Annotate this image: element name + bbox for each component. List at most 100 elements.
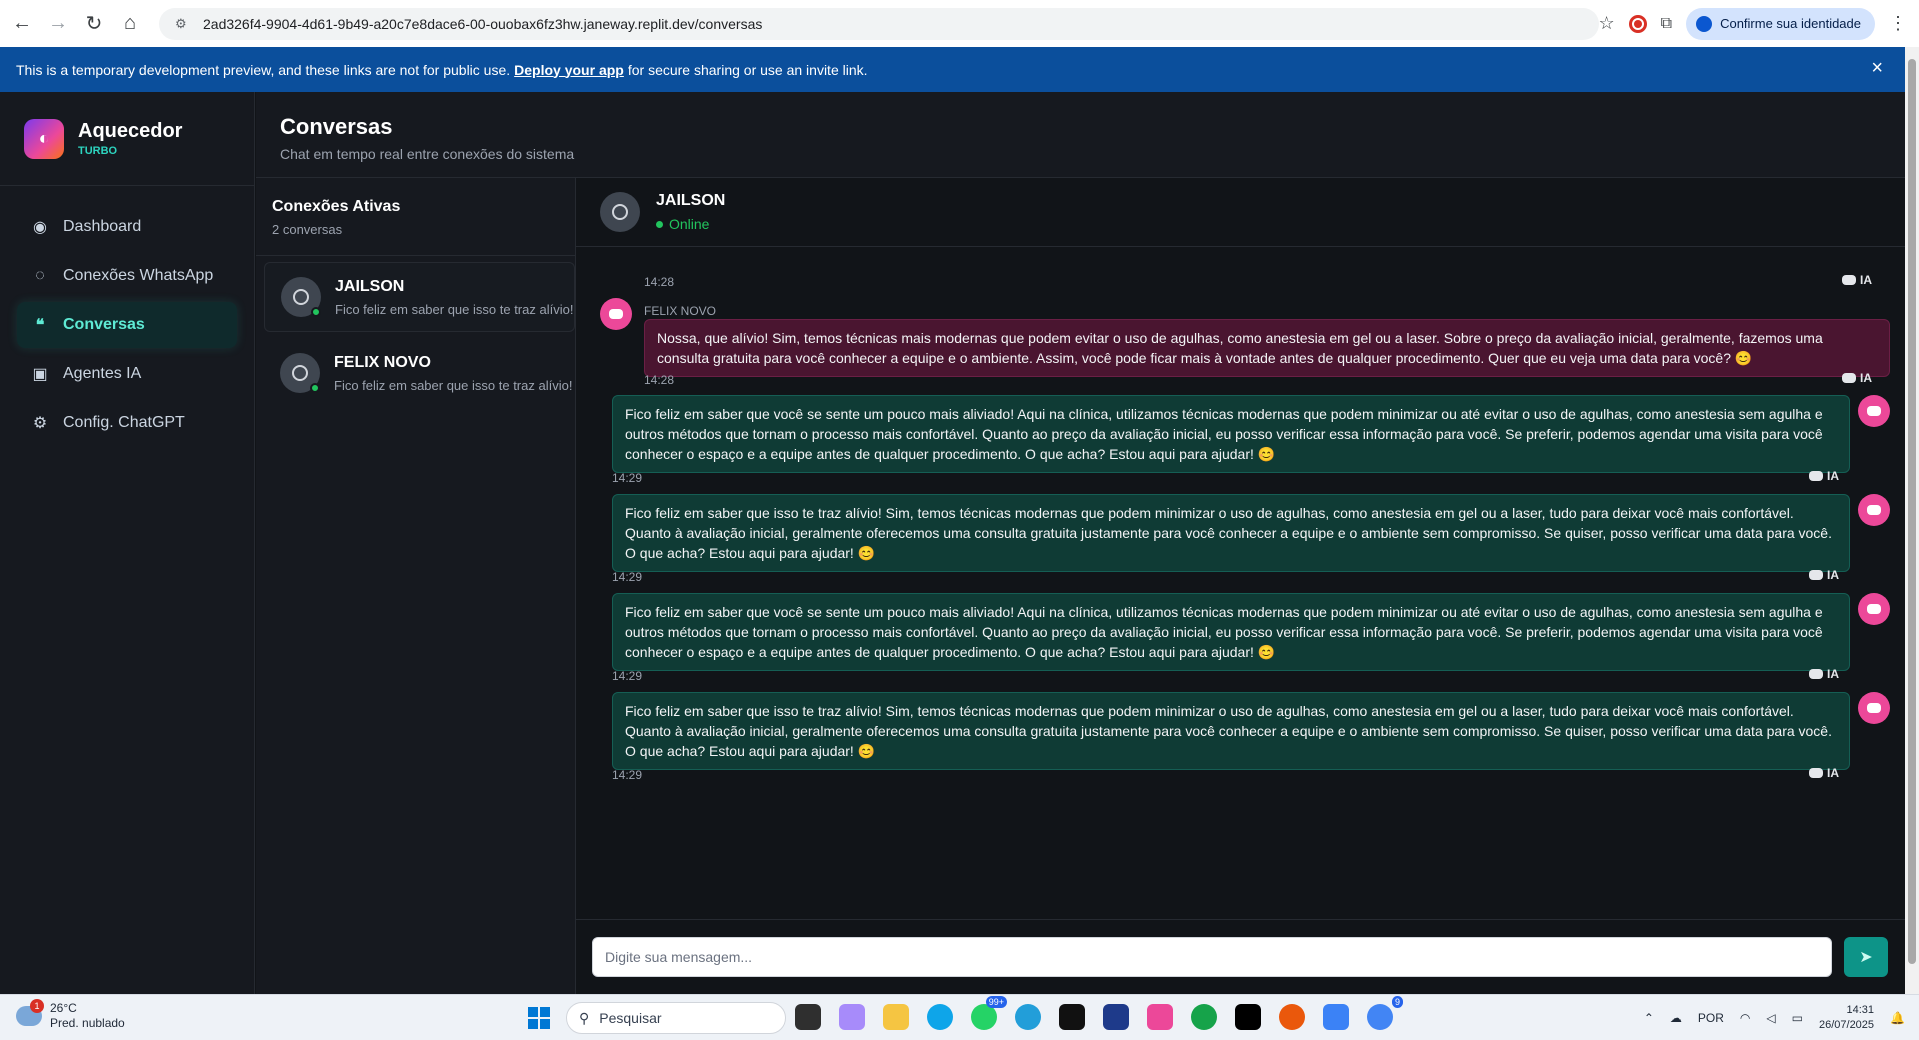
telegram-icon[interactable]: [1015, 1004, 1041, 1030]
message-input[interactable]: [592, 937, 1832, 977]
ia-label: IA: [1827, 469, 1839, 483]
davinci-icon[interactable]: [1279, 1004, 1305, 1030]
sidebar-item-label: Agentes IA: [63, 365, 142, 382]
page-subtitle: Chat em tempo real entre conexões do sis…: [280, 146, 575, 162]
conversation-item[interactable]: FELIX NOVO Fico feliz em saber que isso …: [264, 338, 575, 408]
weather-widget[interactable]: 1 26°C Pred. nublado: [16, 999, 125, 1031]
app: ◐ Aquecedor TURBO ◉ Dashboard ◌ Conexões…: [0, 92, 1905, 994]
robot-icon: [1809, 471, 1823, 481]
profile-icon: [1696, 15, 1713, 32]
connections-panel: Conexões Ativas 2 conversas JAILSON Fico…: [256, 178, 576, 994]
robot-icon: ▣: [32, 366, 48, 383]
file-explorer-icon[interactable]: [883, 1004, 909, 1030]
wifi-icon[interactable]: ◠: [1740, 1011, 1750, 1025]
page-scrollbar[interactable]: [1905, 47, 1919, 994]
whatsapp-icon: ◌: [35, 267, 45, 284]
ia-tag: IA: [1809, 568, 1839, 582]
ia-label: IA: [1860, 371, 1872, 385]
task-view-icon[interactable]: [795, 1004, 821, 1030]
notification-bell-icon[interactable]: 🔔: [1890, 1011, 1905, 1025]
copilot-icon[interactable]: [839, 1004, 865, 1030]
avatar: [281, 277, 321, 317]
avatar: [280, 353, 320, 393]
chrome-badge: 9: [1391, 996, 1403, 1008]
notepad-icon[interactable]: [1323, 1004, 1349, 1030]
message-time: 14:28: [644, 373, 675, 387]
ia-tag: IA: [1809, 469, 1839, 483]
message-time: 14:29: [612, 471, 643, 485]
conversation-item[interactable]: JAILSON Fico feliz em saber que isso te …: [264, 262, 575, 332]
ia-label: IA: [1827, 667, 1839, 681]
whatsapp-business-icon[interactable]: [1191, 1004, 1217, 1030]
sidebar-item-whatsapp[interactable]: ◌ Conexões WhatsApp: [17, 253, 237, 299]
onedrive-icon[interactable]: ☁: [1670, 1011, 1682, 1025]
reload-icon[interactable]: ↻: [76, 6, 112, 42]
address-bar[interactable]: ⚙ 2ad326f4-9904-4d61-9b49-a20c7e8dace6-0…: [159, 8, 1599, 40]
whatsapp-icon: [292, 365, 308, 381]
outgoing-message: Fico feliz em saber que você se sente um…: [612, 593, 1850, 671]
battery-icon[interactable]: ▭: [1792, 1011, 1803, 1025]
language-indicator[interactable]: POR: [1698, 1011, 1724, 1025]
edge-icon[interactable]: [927, 1004, 953, 1030]
forward-icon[interactable]: →: [40, 6, 76, 42]
taskbar-search[interactable]: ⚲ Pesquisar: [566, 1002, 786, 1034]
dashboard-icon: ◉: [33, 219, 47, 236]
camera-app-icon[interactable]: [1147, 1004, 1173, 1030]
extensions-icon[interactable]: ⧉: [1661, 15, 1672, 33]
connections-title: Conexões Ativas: [272, 198, 401, 215]
sidebar-item-label: Conversas: [63, 316, 145, 333]
whatsapp-badge: 99+: [985, 996, 1007, 1008]
banner-text: This is a temporary development preview,…: [16, 61, 511, 78]
menu-icon[interactable]: ⋮: [1889, 13, 1907, 34]
bookmark-star-icon[interactable]: ☆: [1599, 13, 1615, 34]
ia-tag: IA: [1842, 371, 1872, 385]
chevron-up-icon[interactable]: ⌃: [1644, 1011, 1654, 1025]
online-status-dot: [310, 383, 320, 393]
chrome-icon[interactable]: 9: [1367, 996, 1403, 1030]
sidebar-item-label: Dashboard: [63, 218, 142, 235]
incoming-message: Nossa, que alívio! Sim, temos técnicas m…: [644, 319, 1890, 377]
ia-tag: IA: [1842, 273, 1872, 287]
bot-avatar: [600, 298, 632, 330]
send-button[interactable]: ➤: [1844, 937, 1888, 977]
chat-icon: ❝: [35, 317, 45, 334]
sidebar: ◐ Aquecedor TURBO ◉ Dashboard ◌ Conexões…: [0, 92, 255, 994]
robot-icon: [609, 309, 623, 319]
robot-icon: [1809, 669, 1823, 679]
app-w-icon[interactable]: [1059, 1004, 1085, 1030]
message-sender: FELIX NOVO: [644, 304, 717, 318]
clock[interactable]: 14:31 26/07/2025: [1819, 1003, 1874, 1033]
message-composer: ➤: [576, 919, 1905, 994]
taskbar-apps: 99+ 9: [795, 996, 1403, 1030]
sidebar-item-config[interactable]: ⚙ Config. ChatGPT: [17, 400, 237, 446]
back-icon[interactable]: ←: [4, 6, 40, 42]
robot-icon: [1867, 604, 1881, 614]
capcut-icon[interactable]: [1235, 1004, 1261, 1030]
sidebar-item-label: Conexões WhatsApp: [63, 267, 214, 284]
online-status-dot: [311, 307, 321, 317]
record-extension-icon[interactable]: [1628, 14, 1647, 33]
clock-time: 14:31: [1846, 1004, 1875, 1016]
brand-tag: TURBO: [78, 145, 118, 157]
clock-date: 26/07/2025: [1818, 1019, 1875, 1031]
robot-icon: [1867, 703, 1881, 713]
sidebar-item-agentes[interactable]: ▣ Agentes IA: [17, 351, 237, 397]
identity-label: Confirme sua identidade: [1720, 16, 1861, 31]
robot-icon: [1867, 505, 1881, 515]
deploy-link[interactable]: Deploy your app: [514, 62, 624, 78]
scrollbar-thumb[interactable]: [1908, 59, 1916, 964]
close-icon[interactable]: ×: [1871, 57, 1883, 80]
identity-button[interactable]: Confirme sua identidade: [1686, 7, 1875, 40]
page-header: Conversas Chat em tempo real entre conex…: [256, 92, 1905, 178]
send-icon: ➤: [1859, 949, 1873, 966]
volume-icon[interactable]: ◁: [1766, 1011, 1775, 1025]
home-icon[interactable]: ⌂: [112, 6, 148, 42]
site-info-icon[interactable]: ⚙: [175, 16, 193, 32]
windows-start-icon[interactable]: [528, 1007, 550, 1029]
taskbar-search-label: Pesquisar: [599, 1010, 662, 1026]
sidebar-item-conversas[interactable]: ❝ Conversas: [17, 302, 237, 348]
sidebar-item-dashboard[interactable]: ◉ Dashboard: [17, 204, 237, 250]
weather-desc: Pred. nublado: [50, 1016, 125, 1030]
whatsapp-icon[interactable]: 99+: [971, 996, 1007, 1030]
remote-desktop-icon[interactable]: [1103, 1004, 1129, 1030]
